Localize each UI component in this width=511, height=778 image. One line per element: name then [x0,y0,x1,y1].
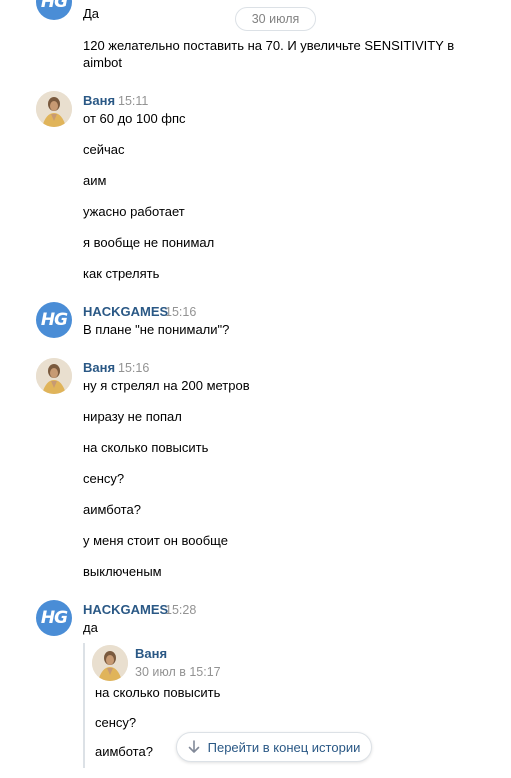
message-text: как стрелять [83,266,160,281]
message-time[interactable]: 15:16 [118,361,149,375]
hg-logo-text: HG [40,310,68,330]
message-text: ужасно работает [83,204,185,219]
message-text: В плане "не понимали"? [83,322,230,337]
hackgames-avatar[interactable]: HG [36,0,72,20]
message-time[interactable]: 15:28 [165,603,196,617]
hackgames-avatar[interactable]: HG [36,600,72,636]
vanya-avatar[interactable] [36,358,72,394]
vanya-avatar[interactable] [36,91,72,127]
quoted-author[interactable]: Ваня [135,646,167,661]
date-badge: 30 июля [235,7,316,31]
message-text: я вообще не понимал [83,235,215,250]
quoted-time[interactable]: 30 июл в 15:17 [135,665,221,679]
quote-bar [83,643,85,768]
person-photo-icon [36,91,72,127]
quoted-text: на сколько повысить [95,685,221,700]
quoted-author-avatar[interactable] [92,645,128,681]
message-text: 120 желательно поставить на 70. И увелич… [83,38,455,53]
message-text: Да [83,6,100,21]
hackgames-avatar[interactable]: HG [36,302,72,338]
message-text: ну я стрелял на 200 метров [83,378,250,393]
scroll-to-end-label: Перейти в конец истории [207,739,361,755]
message-text: сенсу? [83,471,125,486]
message-author[interactable]: HACKGAMES [83,602,168,617]
message-text: аимбота? [83,502,141,517]
message-text: от 60 до 100 фпс [83,111,186,126]
message-text: аим [83,173,107,188]
arrow-down-icon [188,740,199,753]
message-text: на сколько повысить [83,440,209,455]
person-photo-icon [36,358,72,394]
quoted-text: сенсу? [95,715,137,730]
message-author[interactable]: HACKGAMES [83,304,168,319]
scroll-to-end-button[interactable]: Перейти в конец истории [176,732,372,762]
message-text: у меня стоит он вообще [83,533,228,548]
hg-logo-text: HG [40,0,68,12]
message-text: ниразу не попал [83,409,182,424]
message-author[interactable]: Ваня [83,93,115,108]
message-text: aimbot [83,55,123,70]
message-time[interactable]: 15:16 [165,305,196,319]
hg-logo-text: HG [40,608,68,628]
message-text: сейчас [83,142,125,157]
person-photo-icon [92,645,128,681]
message-author[interactable]: Ваня [83,360,115,375]
message-text: да [83,620,98,635]
message-time[interactable]: 15:11 [118,94,148,108]
message-text: выключеным [83,564,162,579]
quoted-text: аимбота? [95,744,153,759]
chat-history: HG Да 30 июля 120 желательно поставить н… [0,0,511,778]
